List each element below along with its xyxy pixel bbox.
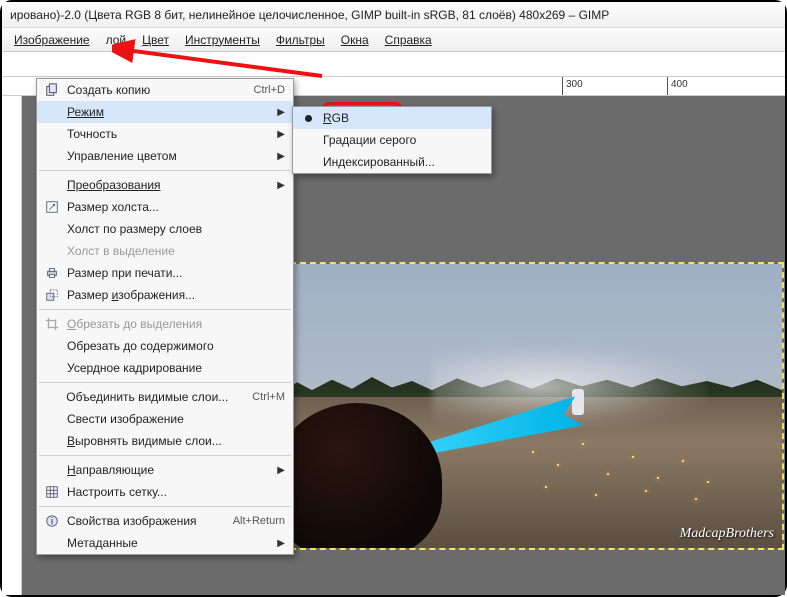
submenu-arrow-icon: ▶ <box>277 129 285 140</box>
item-guides[interactable]: Направляющие ▶ <box>37 459 293 481</box>
selection-border <box>280 262 784 550</box>
submenu-arrow-icon: ▶ <box>277 151 285 162</box>
crop-icon <box>41 317 63 331</box>
submenu-arrow-icon: ▶ <box>277 465 285 476</box>
window-title: ировано)-2.0 (Цвета RGB 8 бит, нелинейно… <box>10 8 609 22</box>
menu-color[interactable]: Цвет <box>136 30 175 50</box>
item-color-management[interactable]: Управление цветом ▶ <box>37 145 293 167</box>
resize-icon <box>41 200 63 214</box>
item-precision[interactable]: Точность ▶ <box>37 123 293 145</box>
menu-bar: Изображение лой Цвет Инструменты Фильтры… <box>2 28 785 52</box>
svg-text:i: i <box>51 516 53 528</box>
radio-selected-icon <box>305 115 312 122</box>
image-canvas[interactable]: MadcapBrothers <box>282 264 782 548</box>
item-mode-indexed[interactable]: Индексированный... <box>293 151 491 173</box>
item-duplicate[interactable]: Создать копию Ctrl+D <box>37 79 293 101</box>
item-crop-selection: Обрезать до выделения <box>37 313 293 335</box>
menu-help[interactable]: Справка <box>379 30 438 50</box>
item-flatten[interactable]: Свести изображение <box>37 408 293 430</box>
menu-tools[interactable]: Инструменты <box>179 30 266 50</box>
menu-filters[interactable]: Фильтры <box>270 30 331 50</box>
print-icon <box>41 266 63 280</box>
grid-icon <box>41 485 63 499</box>
menu-layer[interactable]: лой <box>100 30 133 50</box>
item-mode[interactable]: Режим ▶ <box>37 101 293 123</box>
submenu-mode: RGB Градации серого Индексированный... <box>292 106 492 174</box>
item-crop-content[interactable]: Обрезать до содержимого <box>37 335 293 357</box>
submenu-arrow-icon: ▶ <box>277 107 285 118</box>
item-align-layers[interactable]: Выровнять видимые слои... <box>37 430 293 452</box>
ruler-vertical <box>2 96 22 595</box>
item-print-size[interactable]: Размер при печати... <box>37 262 293 284</box>
submenu-arrow-icon: ▶ <box>277 538 285 549</box>
item-fit-canvas-layers[interactable]: Холст по размеру слоев <box>37 218 293 240</box>
scale-icon <box>41 288 63 302</box>
title-bar: ировано)-2.0 (Цвета RGB 8 бит, нелинейно… <box>2 2 785 28</box>
item-merge-visible[interactable]: Объединить видимые слои... Ctrl+M <box>37 386 293 408</box>
item-mode-grayscale[interactable]: Градации серого <box>293 129 491 151</box>
item-configure-grid[interactable]: Настроить сетку... <box>37 481 293 503</box>
item-zealous-crop[interactable]: Усердное кадрирование <box>37 357 293 379</box>
info-icon: i <box>41 514 63 528</box>
menu-image[interactable]: Изображение <box>8 30 96 50</box>
duplicate-icon <box>41 83 63 97</box>
submenu-arrow-icon: ▶ <box>277 180 285 191</box>
item-image-properties[interactable]: i Свойства изображения Alt+Return <box>37 510 293 532</box>
item-canvas-size[interactable]: Размер холста... <box>37 196 293 218</box>
item-canvas-to-selection: Холст в выделение <box>37 240 293 262</box>
item-transform[interactable]: Преобразования ▶ <box>37 174 293 196</box>
item-metadata[interactable]: Метаданные ▶ <box>37 532 293 554</box>
menu-image-dropdown: Создать копию Ctrl+D Режим ▶ Точность ▶ … <box>36 78 294 555</box>
item-scale-image[interactable]: Размер изображения... <box>37 284 293 306</box>
item-mode-rgb[interactable]: RGB <box>293 107 491 129</box>
menu-windows[interactable]: Окна <box>335 30 375 50</box>
